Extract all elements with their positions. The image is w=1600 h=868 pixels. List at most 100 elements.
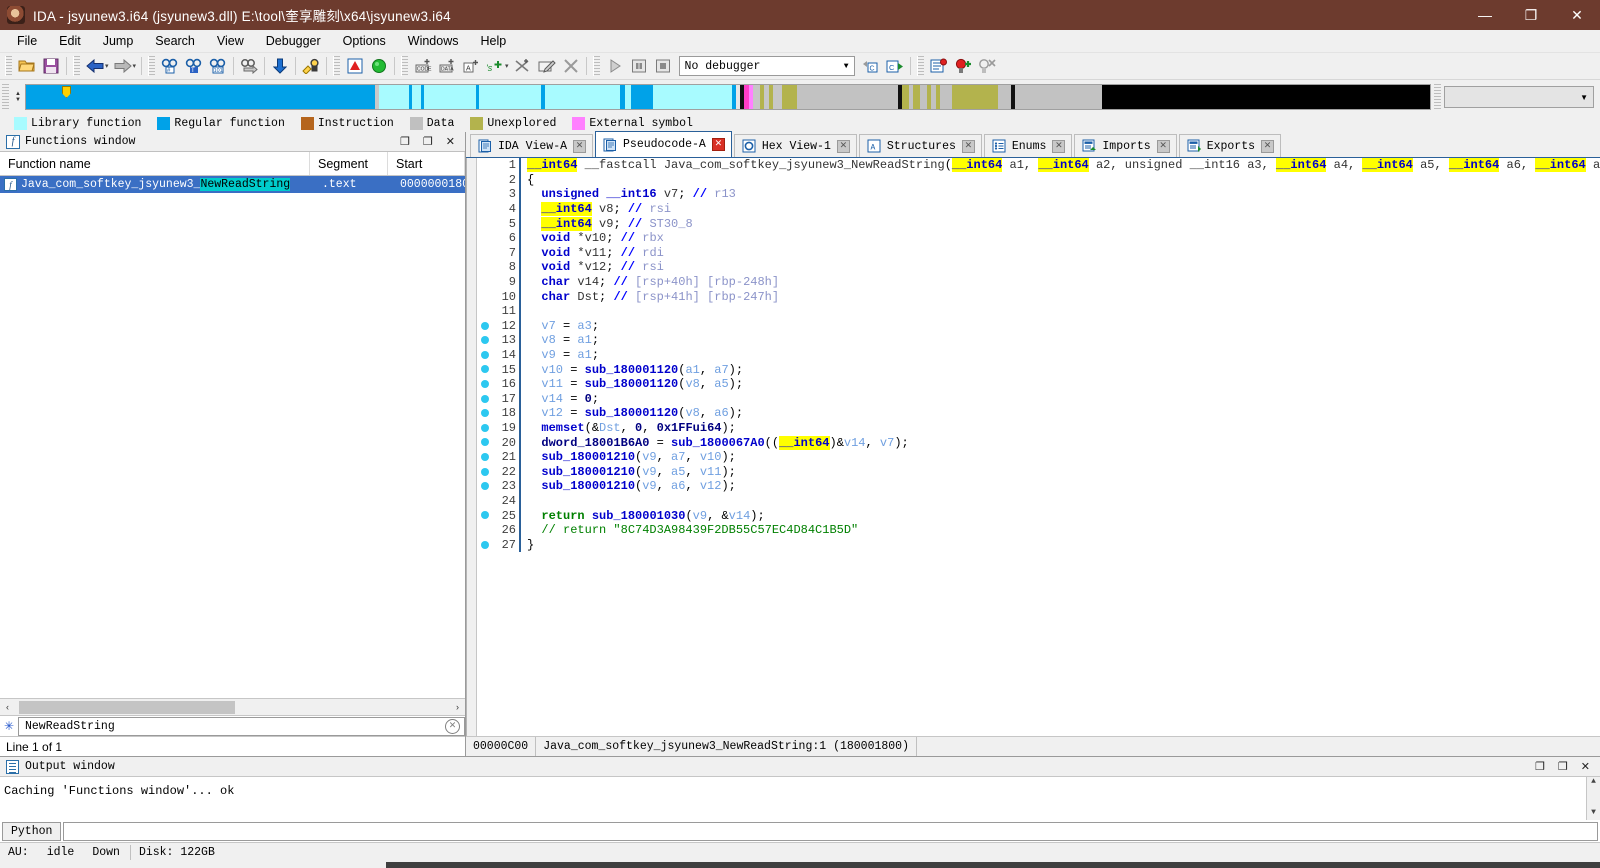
pseudocode-body[interactable]: 1 __int64 __fastcall Java_com_softkey_jsy…: [466, 158, 1600, 736]
breakpoint-list-icon[interactable]: [928, 55, 950, 77]
open-file-icon[interactable]: [16, 55, 38, 77]
scroll-down-icon[interactable]: ▼: [1587, 808, 1600, 820]
functions-horizontal-scrollbar[interactable]: ‹ ›: [0, 698, 465, 715]
column-header-segment[interactable]: Segment: [310, 152, 388, 175]
scrollbar-thumb[interactable]: [19, 700, 235, 714]
scroll-up-icon[interactable]: ▲: [1587, 777, 1600, 789]
tab-close-icon[interactable]: ✕: [1052, 139, 1066, 153]
tab-close-icon[interactable]: ✕: [961, 139, 975, 153]
menu-view[interactable]: View: [206, 31, 255, 51]
toolbar-grip-4[interactable]: [333, 56, 341, 76]
fw-close-button[interactable]: ✕: [446, 135, 455, 149]
code-line[interactable]: 14 v9 = a1;: [477, 347, 1600, 363]
code-line[interactable]: 7 void *v11; // rdi: [477, 245, 1600, 261]
tab-hex-view-1[interactable]: Hex View-1 ✕: [733, 134, 857, 157]
toolbar-grip-5[interactable]: [401, 56, 409, 76]
code-line[interactable]: 21 sub_180001210(v9, a7, v10);: [477, 449, 1600, 465]
breakpoint-dot-icon[interactable]: [477, 509, 493, 523]
menu-debugger[interactable]: Debugger: [255, 31, 332, 51]
functions-list[interactable]: f Java_com_softkey_jsyunew3_NewReadStrin…: [0, 176, 465, 698]
toolbar-grip-7[interactable]: [916, 56, 924, 76]
fw-restore-button[interactable]: ❐: [400, 135, 410, 149]
attach-process-icon[interactable]: C: [860, 55, 882, 77]
menu-edit[interactable]: Edit: [48, 31, 92, 51]
tab-pseudocode-a[interactable]: Pseudocode-A ✕: [595, 131, 732, 157]
maximize-button[interactable]: ❐: [1508, 0, 1554, 30]
menu-options[interactable]: Options: [332, 31, 397, 51]
code-line[interactable]: 1 __int64 __fastcall Java_com_softkey_jsy…: [477, 158, 1600, 173]
rename-icon[interactable]: [536, 55, 558, 77]
breakpoint-dot-icon[interactable]: [477, 479, 493, 493]
save-icon[interactable]: [40, 55, 62, 77]
run-green-icon[interactable]: [368, 55, 390, 77]
breakpoint-dot-icon[interactable]: [477, 363, 493, 377]
breakpoint-dot-icon[interactable]: [477, 333, 493, 347]
tab-exports[interactable]: Exports ✕: [1178, 134, 1282, 157]
code-line[interactable]: 20 dword_18001B6A0 = sub_1800067A0((__in…: [477, 435, 1600, 450]
menu-jump[interactable]: Jump: [92, 31, 145, 51]
code-line[interactable]: 25 return sub_180001030(v9, &v14);: [477, 508, 1600, 523]
code-line[interactable]: 22 sub_180001210(v9, a5, v11);: [477, 464, 1600, 480]
decrypt-key-icon[interactable]: [300, 55, 322, 77]
code-line[interactable]: 11: [477, 303, 1600, 319]
column-header-start[interactable]: Start: [388, 152, 465, 175]
jump-to-xref-icon[interactable]: [238, 55, 260, 77]
ow-restore-button[interactable]: ❐: [1535, 760, 1545, 774]
code-line[interactable]: 12 v7 = a3;: [477, 318, 1600, 334]
breakpoint-dot-icon[interactable]: [477, 319, 493, 333]
tab-close-icon[interactable]: ✕: [1156, 139, 1170, 153]
cli-language-button[interactable]: Python: [2, 821, 62, 841]
ow-float-button[interactable]: ❐: [1558, 760, 1568, 774]
column-header-function-name[interactable]: Function name: [0, 152, 310, 175]
breakpoint-dot-icon[interactable]: [477, 465, 493, 479]
code-line[interactable]: 4 __int64 v8; // rsi: [477, 201, 1600, 217]
debugger-stop-icon[interactable]: [652, 55, 674, 77]
code-line[interactable]: 24: [477, 493, 1600, 509]
breakpoint-dot-icon[interactable]: [477, 538, 493, 552]
toolbar-grip[interactable]: [5, 56, 12, 76]
code-line[interactable]: 19 memset(&Dst, 0, 0x1FFui64);: [477, 420, 1600, 436]
menu-help[interactable]: Help: [469, 31, 517, 51]
delete-x-icon[interactable]: [560, 55, 582, 77]
tab-enums[interactable]: Enums ✕: [983, 134, 1073, 157]
ow-close-button[interactable]: ✕: [1581, 760, 1590, 774]
tab-structures[interactable]: A Structures ✕: [858, 134, 982, 157]
make-code-icon[interactable]: CODE: [412, 55, 434, 77]
code-line[interactable]: 17 v14 = 0;: [477, 391, 1600, 407]
filter-icon[interactable]: ✳: [0, 719, 18, 733]
breakpoint-dot-icon[interactable]: [477, 348, 493, 362]
search-text-icon[interactable]: T: [183, 55, 205, 77]
warning-icon[interactable]: [344, 55, 366, 77]
add-breakpoint-icon[interactable]: [952, 55, 974, 77]
breakpoint-dot-icon[interactable]: [477, 377, 493, 391]
code-line[interactable]: 18 v12 = sub_180001120(v8, a6);: [477, 406, 1600, 421]
code-line[interactable]: 23 sub_180001210(v9, a6, v12);: [477, 479, 1600, 494]
code-line[interactable]: 9 char v14; // [rsp+40h] [rbp-248h]: [477, 274, 1600, 290]
fw-float-button[interactable]: ❐: [423, 135, 433, 149]
menu-search[interactable]: Search: [144, 31, 206, 51]
menu-file[interactable]: File: [6, 31, 48, 51]
debugger-pause-icon[interactable]: [628, 55, 650, 77]
tab-ida-view-a[interactable]: IDA View-A ✕: [470, 134, 594, 157]
debugger-select[interactable]: No debugger ▼: [678, 56, 855, 76]
tab-close-icon[interactable]: ✕: [836, 139, 850, 153]
code-line[interactable]: 16 v11 = sub_180001120(v8, a5);: [477, 376, 1600, 392]
search-binary-icon[interactable]: #: [159, 55, 181, 77]
tab-close-icon[interactable]: ✕: [1261, 139, 1275, 153]
code-line[interactable]: 10 char Dst; // [rsp+41h] [rbp-247h]: [477, 289, 1600, 304]
code-line[interactable]: 6 void *v10; // rbx: [477, 230, 1600, 246]
filter-input[interactable]: NewReadString ✕: [18, 716, 465, 736]
make-data-icon[interactable]: DATA: [436, 55, 458, 77]
clear-filter-icon[interactable]: ✕: [445, 718, 460, 734]
forward-arrow-icon[interactable]: [112, 55, 134, 77]
navigator-band[interactable]: [25, 84, 1431, 110]
code-line[interactable]: 8 void *v12; // rsi: [477, 260, 1600, 275]
breakpoint-dot-icon[interactable]: [477, 450, 493, 464]
code-line[interactable]: 15 v10 = sub_180001120(a1, a7);: [477, 362, 1600, 377]
minimize-button[interactable]: —: [1462, 0, 1508, 30]
breakpoint-dot-icon[interactable]: [477, 392, 493, 406]
toolbar-grip-2[interactable]: [73, 56, 80, 76]
output-log[interactable]: Caching 'Functions window'... ok ▲ ▼: [0, 777, 1600, 820]
debugger-run-icon[interactable]: [604, 55, 626, 77]
code-line[interactable]: 27}: [477, 537, 1600, 553]
